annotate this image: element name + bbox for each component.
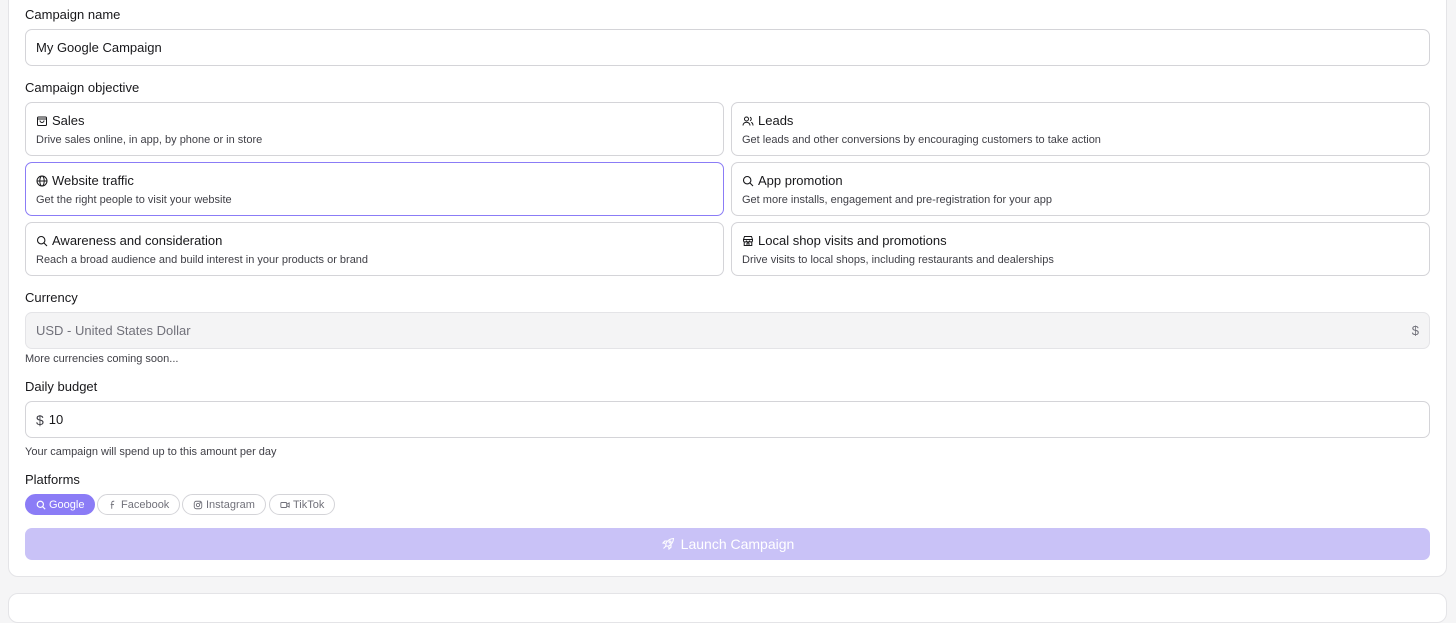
shopping-bag-icon	[36, 115, 48, 127]
platform-facebook-chip[interactable]: Facebook	[97, 494, 181, 515]
globe-icon	[36, 175, 48, 187]
currency-value: USD - United States Dollar	[36, 323, 191, 338]
objective-title: Awareness and consideration	[52, 233, 223, 248]
currency-label: Currency	[25, 290, 78, 305]
platform-tiktok-chip[interactable]: TikTok	[269, 494, 336, 515]
search-icon	[36, 500, 46, 510]
currency-select: USD - United States Dollar $	[25, 312, 1430, 349]
campaign-name-label: Campaign name	[25, 7, 121, 22]
instagram-icon	[193, 500, 203, 510]
objective-title: App promotion	[758, 173, 843, 188]
daily-budget-value: 10	[48, 412, 64, 427]
platform-label: Instagram	[206, 498, 255, 511]
rocket-icon	[661, 537, 675, 551]
campaign-name-value: My Google Campaign	[36, 40, 162, 55]
search-icon	[36, 235, 48, 247]
campaign-name-input[interactable]: My Google Campaign	[25, 29, 1430, 66]
objective-description: Reach a broad audience and build interes…	[36, 254, 369, 266]
launch-campaign-label: Launch Campaign	[680, 536, 795, 552]
search-icon	[742, 175, 754, 187]
objective-option-awareness[interactable]: Awareness and consideration Reach a broa…	[25, 222, 724, 276]
currency-help-text: More currencies coming soon...	[25, 353, 179, 365]
objective-description: Get more installs, engagement and pre-re…	[742, 194, 1052, 206]
objective-title: Website traffic	[52, 173, 134, 188]
objective-option-website-traffic[interactable]: Website traffic Get the right people to …	[25, 162, 724, 216]
store-icon	[742, 235, 754, 247]
currency-symbol: $	[1411, 323, 1419, 338]
objective-title: Local shop visits and promotions	[758, 233, 947, 248]
objective-option-sales[interactable]: Sales Drive sales online, in app, by pho…	[25, 102, 724, 156]
facebook-icon	[108, 500, 118, 510]
platform-label: Facebook	[121, 498, 170, 511]
platform-instagram-chip[interactable]: Instagram	[182, 494, 266, 515]
objective-option-app-promotion[interactable]: App promotion Get more installs, engagem…	[731, 162, 1430, 216]
platforms-label: Platforms	[25, 472, 80, 487]
objective-description: Drive visits to local shops, including r…	[742, 254, 1054, 266]
daily-budget-help-text: Your campaign will spend up to this amou…	[25, 446, 277, 458]
campaign-form-card	[8, 0, 1447, 577]
users-icon	[742, 115, 754, 127]
platform-label: TikTok	[293, 498, 325, 511]
launch-campaign-button[interactable]: Launch Campaign	[25, 528, 1430, 560]
video-icon	[280, 500, 290, 510]
campaign-objective-label: Campaign objective	[25, 80, 140, 95]
objective-title: Leads	[758, 113, 794, 128]
objective-option-leads[interactable]: Leads Get leads and other conversions by…	[731, 102, 1430, 156]
objective-title: Sales	[52, 113, 85, 128]
objective-description: Get the right people to visit your websi…	[36, 194, 232, 206]
dollar-prefix: $	[36, 411, 44, 428]
objective-description: Drive sales online, in app, by phone or …	[36, 134, 263, 146]
secondary-card	[8, 593, 1447, 623]
objective-option-local-shop[interactable]: Local shop visits and promotions Drive v…	[731, 222, 1430, 276]
objective-description: Get leads and other conversions by encou…	[742, 134, 1101, 146]
daily-budget-label: Daily budget	[25, 379, 98, 394]
platform-google-chip[interactable]: Google	[25, 494, 96, 515]
daily-budget-input[interactable]: $ 10	[25, 401, 1430, 438]
platform-label: Google	[49, 498, 85, 511]
